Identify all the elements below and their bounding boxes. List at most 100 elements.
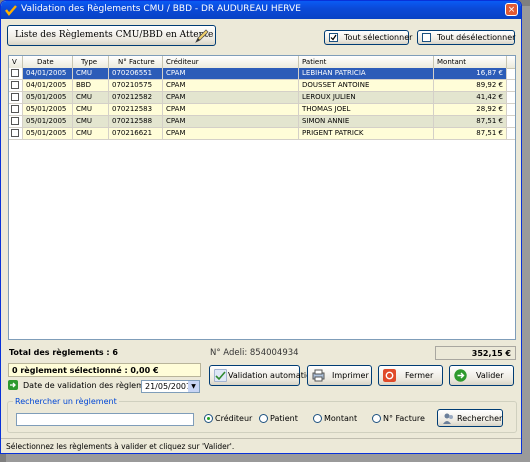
title-bar[interactable]: Validation des Règlements CMU / BBD - DR… bbox=[1, 1, 521, 19]
search-people-icon bbox=[443, 413, 453, 424]
row-cell-patient: LEBIHAN PATRICIA bbox=[299, 68, 434, 79]
total-label: Total des règlements : 6 bbox=[9, 348, 118, 357]
row-cell-crediteur: CPAM bbox=[163, 116, 299, 127]
adeli-number: N° Adeli: 854004934 bbox=[210, 348, 299, 358]
radio-facture[interactable] bbox=[372, 414, 381, 423]
row-cell-date: 05/01/2005 bbox=[23, 104, 73, 115]
col-crediteur[interactable]: Créditeur bbox=[163, 56, 299, 68]
close-label: Fermer bbox=[405, 371, 434, 380]
radio-montant[interactable] bbox=[313, 414, 322, 423]
payments-grid[interactable]: V Date Type N° Facture Créditeur Patient… bbox=[8, 55, 516, 340]
search-group-label: Rechercher un règlement bbox=[13, 397, 119, 406]
radio-facture-label[interactable]: N° Facture bbox=[383, 414, 425, 423]
row-cell-type: CMU bbox=[73, 68, 109, 79]
row-cell-crediteur: CPAM bbox=[163, 128, 299, 139]
col-montant[interactable]: Montant bbox=[434, 56, 507, 68]
row-cell-facture: 070212588 bbox=[109, 116, 163, 127]
row-cell-date: 05/01/2005 bbox=[23, 128, 73, 139]
row-cell-montant: 87,51 € bbox=[434, 116, 507, 127]
row-checkbox[interactable] bbox=[11, 93, 19, 101]
auto-validation-button[interactable]: Validation automatique bbox=[209, 365, 321, 386]
row-cell-facture: 070216621 bbox=[109, 128, 163, 139]
printer-icon bbox=[312, 369, 325, 382]
table-row[interactable]: 04/01/2005 BBD 070210575 CPAM DOUSSET ANTOIN… bbox=[9, 80, 515, 92]
radio-crediteur[interactable] bbox=[204, 414, 213, 423]
validation-date-picker[interactable]: 21/05/2007 ▼ bbox=[141, 380, 200, 393]
total-amount: 352,15 € bbox=[471, 349, 511, 358]
row-cell-date: 05/01/2005 bbox=[23, 92, 73, 103]
col-type[interactable]: Type bbox=[73, 56, 109, 68]
table-row[interactable]: 05/01/2005 CMU 070212588 CPAM SIMON ANNIE 87,… bbox=[9, 116, 515, 128]
row-cell-type: CMU bbox=[73, 92, 109, 103]
col-date[interactable]: Date bbox=[23, 56, 73, 68]
row-cell-type: BBD bbox=[73, 80, 109, 91]
app-icon bbox=[5, 5, 17, 16]
select-all-button[interactable]: Tout sélectionner bbox=[324, 30, 413, 45]
radio-patient-label[interactable]: Patient bbox=[270, 414, 298, 423]
search-button-label: Rechercher bbox=[457, 414, 503, 423]
row-checkbox[interactable] bbox=[11, 105, 19, 113]
col-patient[interactable]: Patient bbox=[299, 56, 434, 68]
radio-montant-label[interactable]: Montant bbox=[324, 414, 357, 423]
radio-crediteur-label[interactable]: Créditeur bbox=[215, 414, 252, 423]
print-button[interactable]: Imprimer bbox=[307, 365, 372, 386]
table-row[interactable]: 05/01/2005 CMU 070216621 CPAM PRIGENT PATRIC… bbox=[9, 128, 515, 140]
row-cell-crediteur: CPAM bbox=[163, 80, 299, 91]
row-cell-date: 04/01/2005 bbox=[23, 68, 73, 79]
stop-icon bbox=[383, 369, 396, 382]
row-cell-date: 05/01/2005 bbox=[23, 116, 73, 127]
row-cell-patient: THOMAS JOEL bbox=[299, 104, 434, 115]
selected-summary: 0 règlement sélectionné : 0,00 € bbox=[12, 366, 159, 375]
dropdown-arrow-icon[interactable]: ▼ bbox=[188, 381, 199, 392]
pen-icon bbox=[195, 29, 209, 43]
row-cell-facture: 070212583 bbox=[109, 104, 163, 115]
row-cell-montant: 28,92 € bbox=[434, 104, 507, 115]
row-cell-montant: 16,87 € bbox=[434, 68, 507, 79]
row-cell-montant: 41,42 € bbox=[434, 92, 507, 103]
col-facture[interactable]: N° Facture bbox=[109, 56, 163, 68]
row-cell-crediteur: CPAM bbox=[163, 104, 299, 115]
row-cell-patient: DOUSSET ANTOINE bbox=[299, 80, 434, 91]
row-cell-patient: PRIGENT PATRICK bbox=[299, 128, 434, 139]
select-all-checkbox-icon bbox=[329, 33, 338, 42]
selected-summary-box: 0 règlement sélectionné : 0,00 € bbox=[8, 363, 201, 377]
row-checkbox[interactable] bbox=[11, 117, 19, 125]
row-cell-crediteur: CPAM bbox=[163, 68, 299, 79]
row-cell-facture: 070206551 bbox=[109, 68, 163, 79]
row-cell-montant: 89,92 € bbox=[434, 80, 507, 91]
list-pending-label: Liste des Règlements CMU/BBD en Attente bbox=[15, 30, 214, 40]
deselect-all-label: Tout désélectionner bbox=[437, 33, 516, 42]
table-row[interactable]: 05/01/2005 CMU 070212582 CPAM LEROUX JULIEN 4… bbox=[9, 92, 515, 104]
table-row[interactable]: 05/01/2005 CMU 070212583 CPAM THOMAS JOEL 28,… bbox=[9, 104, 515, 116]
row-checkbox[interactable] bbox=[11, 69, 19, 77]
list-pending-button[interactable]: Liste des Règlements CMU/BBD en Attente bbox=[7, 25, 216, 46]
total-amount-box: 352,15 € bbox=[435, 346, 516, 360]
validate-label: Valider bbox=[476, 371, 504, 380]
window-title: Validation des Règlements CMU / BBD - DR… bbox=[21, 4, 301, 14]
validation-date-value: 21/05/2007 bbox=[145, 382, 192, 391]
main-window: Validation des Règlements CMU / BBD - DR… bbox=[0, 0, 522, 454]
row-cell-date: 04/01/2005 bbox=[23, 80, 73, 91]
row-cell-type: CMU bbox=[73, 116, 109, 127]
row-cell-montant: 87,51 € bbox=[434, 128, 507, 139]
row-cell-facture: 070212582 bbox=[109, 92, 163, 103]
status-bar: Sélectionnez les règlements à valider et… bbox=[1, 438, 521, 453]
deselect-all-button[interactable]: Tout désélectionner bbox=[417, 30, 515, 45]
select-all-label: Tout sélectionner bbox=[344, 33, 413, 42]
close-window-button[interactable]: × bbox=[505, 3, 518, 16]
validate-button[interactable]: Valider bbox=[449, 365, 514, 386]
table-row[interactable]: 04/01/2005 CMU 070206551 CPAM LEBIHAN PATRIC… bbox=[9, 68, 515, 80]
row-cell-patient: SIMON ANNIE bbox=[299, 116, 434, 127]
row-cell-facture: 070210575 bbox=[109, 80, 163, 91]
search-input[interactable] bbox=[16, 413, 194, 426]
close-button[interactable]: Fermer bbox=[378, 365, 443, 386]
print-label: Imprimer bbox=[332, 371, 369, 380]
row-cell-patient: LEROUX JULIEN bbox=[299, 92, 434, 103]
row-cell-crediteur: CPAM bbox=[163, 92, 299, 103]
radio-patient[interactable] bbox=[259, 414, 268, 423]
row-checkbox[interactable] bbox=[11, 81, 19, 89]
deselect-all-checkbox-icon bbox=[422, 33, 431, 42]
row-checkbox[interactable] bbox=[11, 129, 19, 137]
search-button[interactable]: Rechercher bbox=[437, 409, 503, 427]
col-v[interactable]: V bbox=[9, 56, 23, 68]
